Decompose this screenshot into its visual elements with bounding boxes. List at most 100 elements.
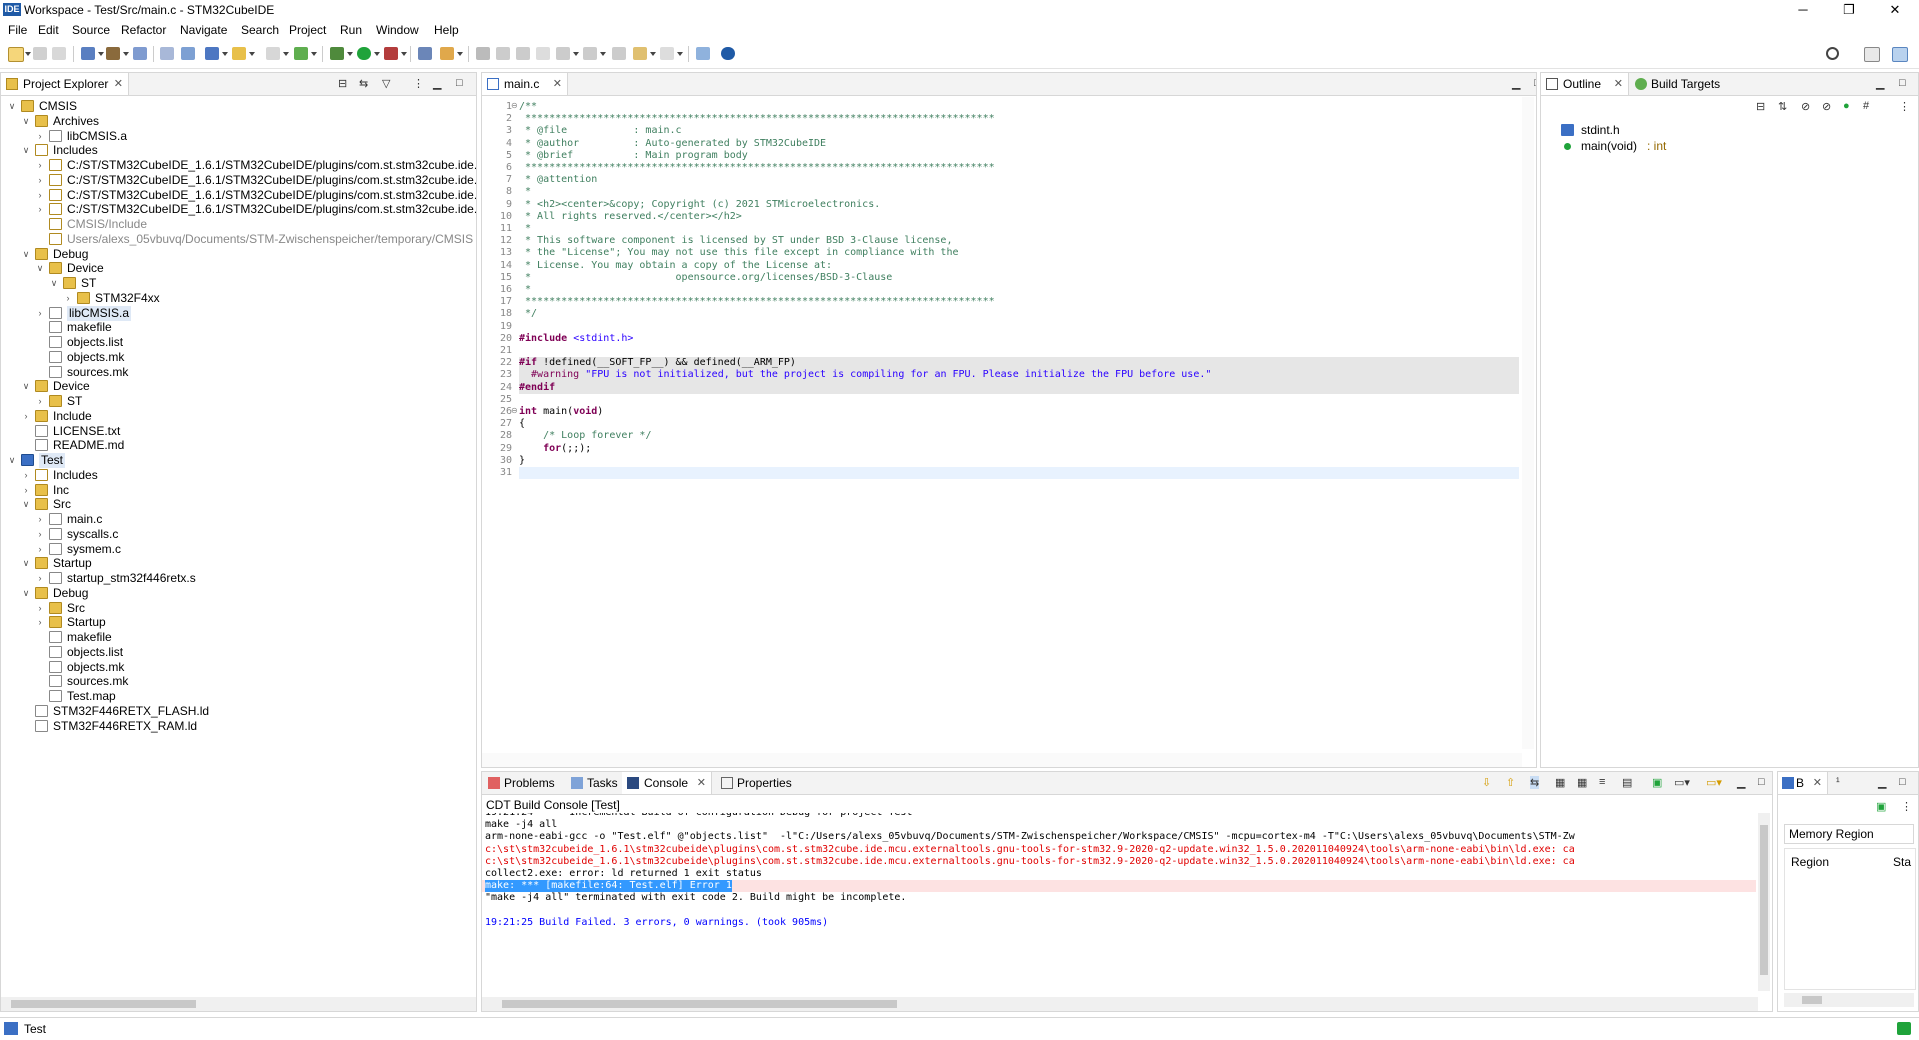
- chevron-down-icon[interactable]: ∨: [7, 99, 17, 114]
- maximize-view-icon[interactable]: □: [1758, 776, 1765, 788]
- chevron-right-icon[interactable]: ›: [35, 129, 45, 144]
- tree-item[interactable]: ∨ Archives: [1, 114, 474, 129]
- tree-item[interactable]: › ST: [1, 394, 474, 409]
- tree-item[interactable]: Users/alexs_05vbuvq/Documents/STM-Zwisch…: [1, 232, 474, 247]
- chevron-right-icon[interactable]: ›: [35, 158, 45, 173]
- build-icon[interactable]: [106, 47, 120, 60]
- test-icon[interactable]: [294, 47, 308, 60]
- console-line[interactable]: 19:21:24 **** Incremental Build of confi…: [485, 813, 943, 819]
- chevron-right-icon[interactable]: ›: [63, 291, 73, 306]
- word-wrap-icon[interactable]: ▦: [1555, 776, 1565, 789]
- menu-edit[interactable]: Edit: [38, 23, 59, 37]
- chevron-down-icon[interactable]: ∨: [21, 114, 31, 129]
- chevron-right-icon[interactable]: ›: [35, 527, 45, 542]
- chevron-down-icon[interactable]: [249, 52, 255, 56]
- hide-nonpublic-icon[interactable]: ●: [1843, 100, 1850, 112]
- view-menu-icon[interactable]: ⋮: [1901, 800, 1912, 813]
- chevron-down-icon[interactable]: [123, 52, 129, 56]
- minimize-view-icon[interactable]: ▁: [1876, 77, 1884, 90]
- tree-item[interactable]: ∨ Device: [1, 379, 474, 394]
- tree-item[interactable]: › Startup: [1, 615, 474, 630]
- chevron-right-icon[interactable]: ›: [35, 512, 45, 527]
- tree-item[interactable]: STM32F446RETX_RAM.ld: [1, 719, 474, 734]
- new-file-icon[interactable]: [266, 47, 280, 60]
- menu-navigate[interactable]: Navigate: [180, 23, 227, 37]
- open-folder-icon[interactable]: [232, 47, 246, 60]
- chevron-down-icon[interactable]: ∨: [35, 261, 45, 276]
- chevron-down-icon[interactable]: [347, 52, 353, 56]
- chevron-down-icon[interactable]: [573, 52, 579, 56]
- tree-item[interactable]: › libCMSIS.a: [1, 305, 474, 321]
- clear-console-icon[interactable]: ≡: [1599, 776, 1605, 788]
- chevron-down-icon[interactable]: ∨: [21, 556, 31, 571]
- chevron-down-icon[interactable]: ∨: [21, 379, 31, 394]
- tree-item[interactable]: LICENSE.txt: [1, 424, 474, 439]
- close-button[interactable]: ✕: [1872, 0, 1918, 20]
- search-icon[interactable]: [1826, 47, 1839, 60]
- chevron-down-icon[interactable]: ∨: [21, 143, 31, 158]
- run-icon[interactable]: [357, 47, 371, 60]
- chevron-down-icon[interactable]: [311, 52, 317, 56]
- tree-item[interactable]: › C:/ST/STM32CubeIDE_1.6.1/STM32CubeIDE/p…: [1, 158, 477, 173]
- minimize-button[interactable]: ─: [1780, 0, 1826, 20]
- editor-horizontal-scrollbar[interactable]: [482, 753, 1522, 767]
- debug-icon[interactable]: [330, 47, 344, 60]
- whitespace-icon[interactable]: [536, 47, 550, 60]
- chevron-down-icon[interactable]: [222, 52, 228, 56]
- tree-item[interactable]: ∨ ST: [1, 276, 474, 291]
- console-line[interactable]: "make -j4 all" terminated with exit code…: [485, 892, 906, 904]
- prev-annotation-icon[interactable]: [583, 47, 597, 60]
- chevron-right-icon[interactable]: ›: [35, 542, 45, 557]
- open-task-icon[interactable]: [440, 47, 454, 60]
- tree-item[interactable]: › Include: [1, 409, 474, 424]
- save-icon[interactable]: [33, 47, 47, 60]
- debug-settings-icon[interactable]: [181, 47, 195, 60]
- chevron-down-icon[interactable]: ∨: [7, 453, 17, 468]
- skip-breakpoints-icon[interactable]: [160, 47, 174, 60]
- close-icon[interactable]: ✕: [697, 772, 706, 794]
- tree-item[interactable]: › Inc: [1, 483, 474, 498]
- remove-console-icon[interactable]: ▤: [1622, 776, 1632, 789]
- tree-item[interactable]: STM32F446RETX_FLASH.ld: [1, 704, 474, 719]
- console-horizontal-scrollbar[interactable]: [482, 997, 1758, 1011]
- column-header-start[interactable]: Sta: [1893, 855, 1911, 869]
- chevron-right-icon[interactable]: ›: [35, 173, 45, 188]
- chevron-right-icon[interactable]: ›: [35, 601, 45, 616]
- console-line[interactable]: c:\st\stm32cubeide_1.6.1\stm32cubeide\pl…: [485, 856, 1575, 868]
- chevron-right-icon[interactable]: ›: [21, 468, 31, 483]
- tree-item[interactable]: ∨ Debug: [1, 247, 474, 262]
- maximize-view-icon[interactable]: □: [456, 77, 463, 89]
- filter-icon[interactable]: ▽: [382, 77, 390, 90]
- back-icon[interactable]: [633, 47, 647, 60]
- console-line[interactable]: make -j4 all: [485, 819, 557, 831]
- tab-console[interactable]: Console ✕: [622, 772, 712, 794]
- tree-item[interactable]: › startup_stm32f446retx.s: [1, 571, 474, 586]
- tab-main-c[interactable]: main.c ✕: [482, 73, 568, 95]
- minimize-view-icon[interactable]: ▁: [1512, 77, 1520, 90]
- menu-refactor[interactable]: Refactor: [121, 23, 166, 37]
- external-tools-icon[interactable]: [384, 47, 398, 60]
- open-type-icon[interactable]: [418, 47, 432, 60]
- new-icon[interactable]: [8, 47, 24, 62]
- scrollbar-thumb[interactable]: [11, 1000, 196, 1008]
- maximize-view-icon[interactable]: □: [1899, 77, 1906, 89]
- tree-item[interactable]: objects.list: [1, 645, 474, 660]
- chevron-right-icon[interactable]: ›: [21, 483, 31, 498]
- scroll-up-icon[interactable]: ⇧: [1506, 776, 1515, 789]
- device-config-icon[interactable]: [133, 47, 147, 60]
- tree-item[interactable]: objects.list: [1, 335, 474, 350]
- chevron-right-icon[interactable]: ›: [35, 202, 45, 217]
- tree-item[interactable]: ∨ Startup: [1, 556, 474, 571]
- chevron-down-icon[interactable]: ∨: [21, 497, 31, 512]
- tree-item[interactable]: › STM32F4xx: [1, 291, 474, 306]
- chevron-right-icon[interactable]: ›: [35, 394, 45, 409]
- display-console-icon[interactable]: ▭▾: [1674, 776, 1690, 789]
- tree-item[interactable]: CMSIS/Include: [1, 217, 474, 232]
- console-error-line[interactable]: make: *** [makefile:64: Test.elf] Error …: [485, 880, 732, 893]
- tree-item[interactable]: ∨ Device: [1, 261, 474, 276]
- scrollbar-thumb[interactable]: [502, 1000, 897, 1008]
- minimize-view-icon[interactable]: ▁: [433, 77, 441, 90]
- tree-item[interactable]: makefile: [1, 320, 474, 335]
- tree-item[interactable]: › main.c: [1, 512, 474, 527]
- chevron-down-icon[interactable]: [677, 52, 683, 56]
